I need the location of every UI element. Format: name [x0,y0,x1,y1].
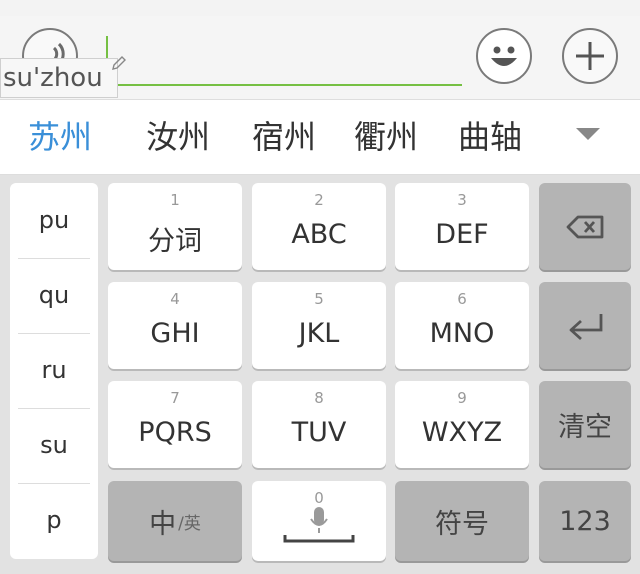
lang-main-label: 中 [149,508,177,540]
emoji-icon [491,46,517,66]
key-label: 分词 [148,226,202,257]
dropdown-arrow-icon[interactable] [576,128,600,140]
enter-icon [569,314,603,341]
key-4[interactable]: 4 GHI [108,282,242,369]
composition-text: su'zhou [0,58,118,98]
key-8[interactable]: 8 TUV [252,381,386,468]
pinyin-item[interactable]: p [10,483,98,558]
lang-sub-label: /英 [178,513,201,534]
key-number: 6 [457,290,467,308]
pinyin-item[interactable]: ru [10,333,98,408]
candidate-4[interactable]: 衢州 [354,100,418,174]
numbers-key[interactable]: 123 [539,481,631,561]
key-number: 4 [170,290,180,308]
symbols-key[interactable]: 符号 [395,481,529,561]
key-label: GHI [150,318,200,349]
key-label: JKL [298,318,340,349]
key-number: 5 [314,290,324,308]
key-5[interactable]: 5 JKL [252,282,386,369]
key-number: 8 [314,389,324,407]
key-9[interactable]: 9 WXYZ [395,381,529,468]
candidate-3[interactable]: 宿州 [252,100,316,174]
candidate-2[interactable]: 汝州 [146,100,210,174]
backspace-icon [566,215,604,239]
plus-button[interactable] [562,28,618,84]
key-label: DEF [435,219,489,250]
pinyin-list: pu qu ru su p [10,183,98,559]
key-2[interactable]: 2 ABC [252,183,386,270]
key-number: 2 [314,191,324,209]
language-switch-key[interactable]: 中/英 [108,481,242,561]
key-label: 123 [559,505,611,537]
top-bar [0,0,640,17]
keyboard: pu qu ru su p 1 分词 2 ABC 3 DEF 4 GHI 5 J… [0,175,640,574]
pinyin-item[interactable]: su [10,408,98,483]
backspace-key[interactable] [539,183,631,270]
emoji-button[interactable] [476,28,532,84]
key-0-space[interactable]: 0 [252,481,386,561]
key-number: 9 [457,389,467,407]
key-label: TUV [291,417,347,448]
pinyin-item[interactable]: pu [10,183,98,258]
candidate-1[interactable]: 苏州 [28,100,92,174]
key-6[interactable]: 6 MNO [395,282,529,369]
key-1[interactable]: 1 分词 [108,183,242,270]
key-label: 符号 [435,508,489,540]
key-number: 1 [170,191,180,209]
key-label: PQRS [138,417,212,448]
key-3[interactable]: 3 DEF [395,183,529,270]
key-number: 3 [457,191,467,209]
enter-key[interactable] [539,282,631,369]
pinyin-item[interactable]: qu [10,258,98,333]
key-label: ABC [291,219,347,250]
key-label: WXYZ [421,417,503,448]
clear-key[interactable]: 清空 [539,381,631,468]
candidate-bar: 苏州 汝州 宿州 衢州 曲轴 [0,100,640,175]
text-input-field[interactable] [106,36,462,86]
plus-icon [576,42,604,70]
key-label: MNO [429,318,495,349]
key-label: 清空 [558,412,612,443]
microphone-icon [283,507,355,543]
key-label: 中/英 [108,481,242,561]
key-number: 7 [170,389,180,407]
candidate-5[interactable]: 曲轴 [458,100,522,174]
pencil-icon[interactable] [110,54,128,72]
key-7[interactable]: 7 PQRS [108,381,242,468]
